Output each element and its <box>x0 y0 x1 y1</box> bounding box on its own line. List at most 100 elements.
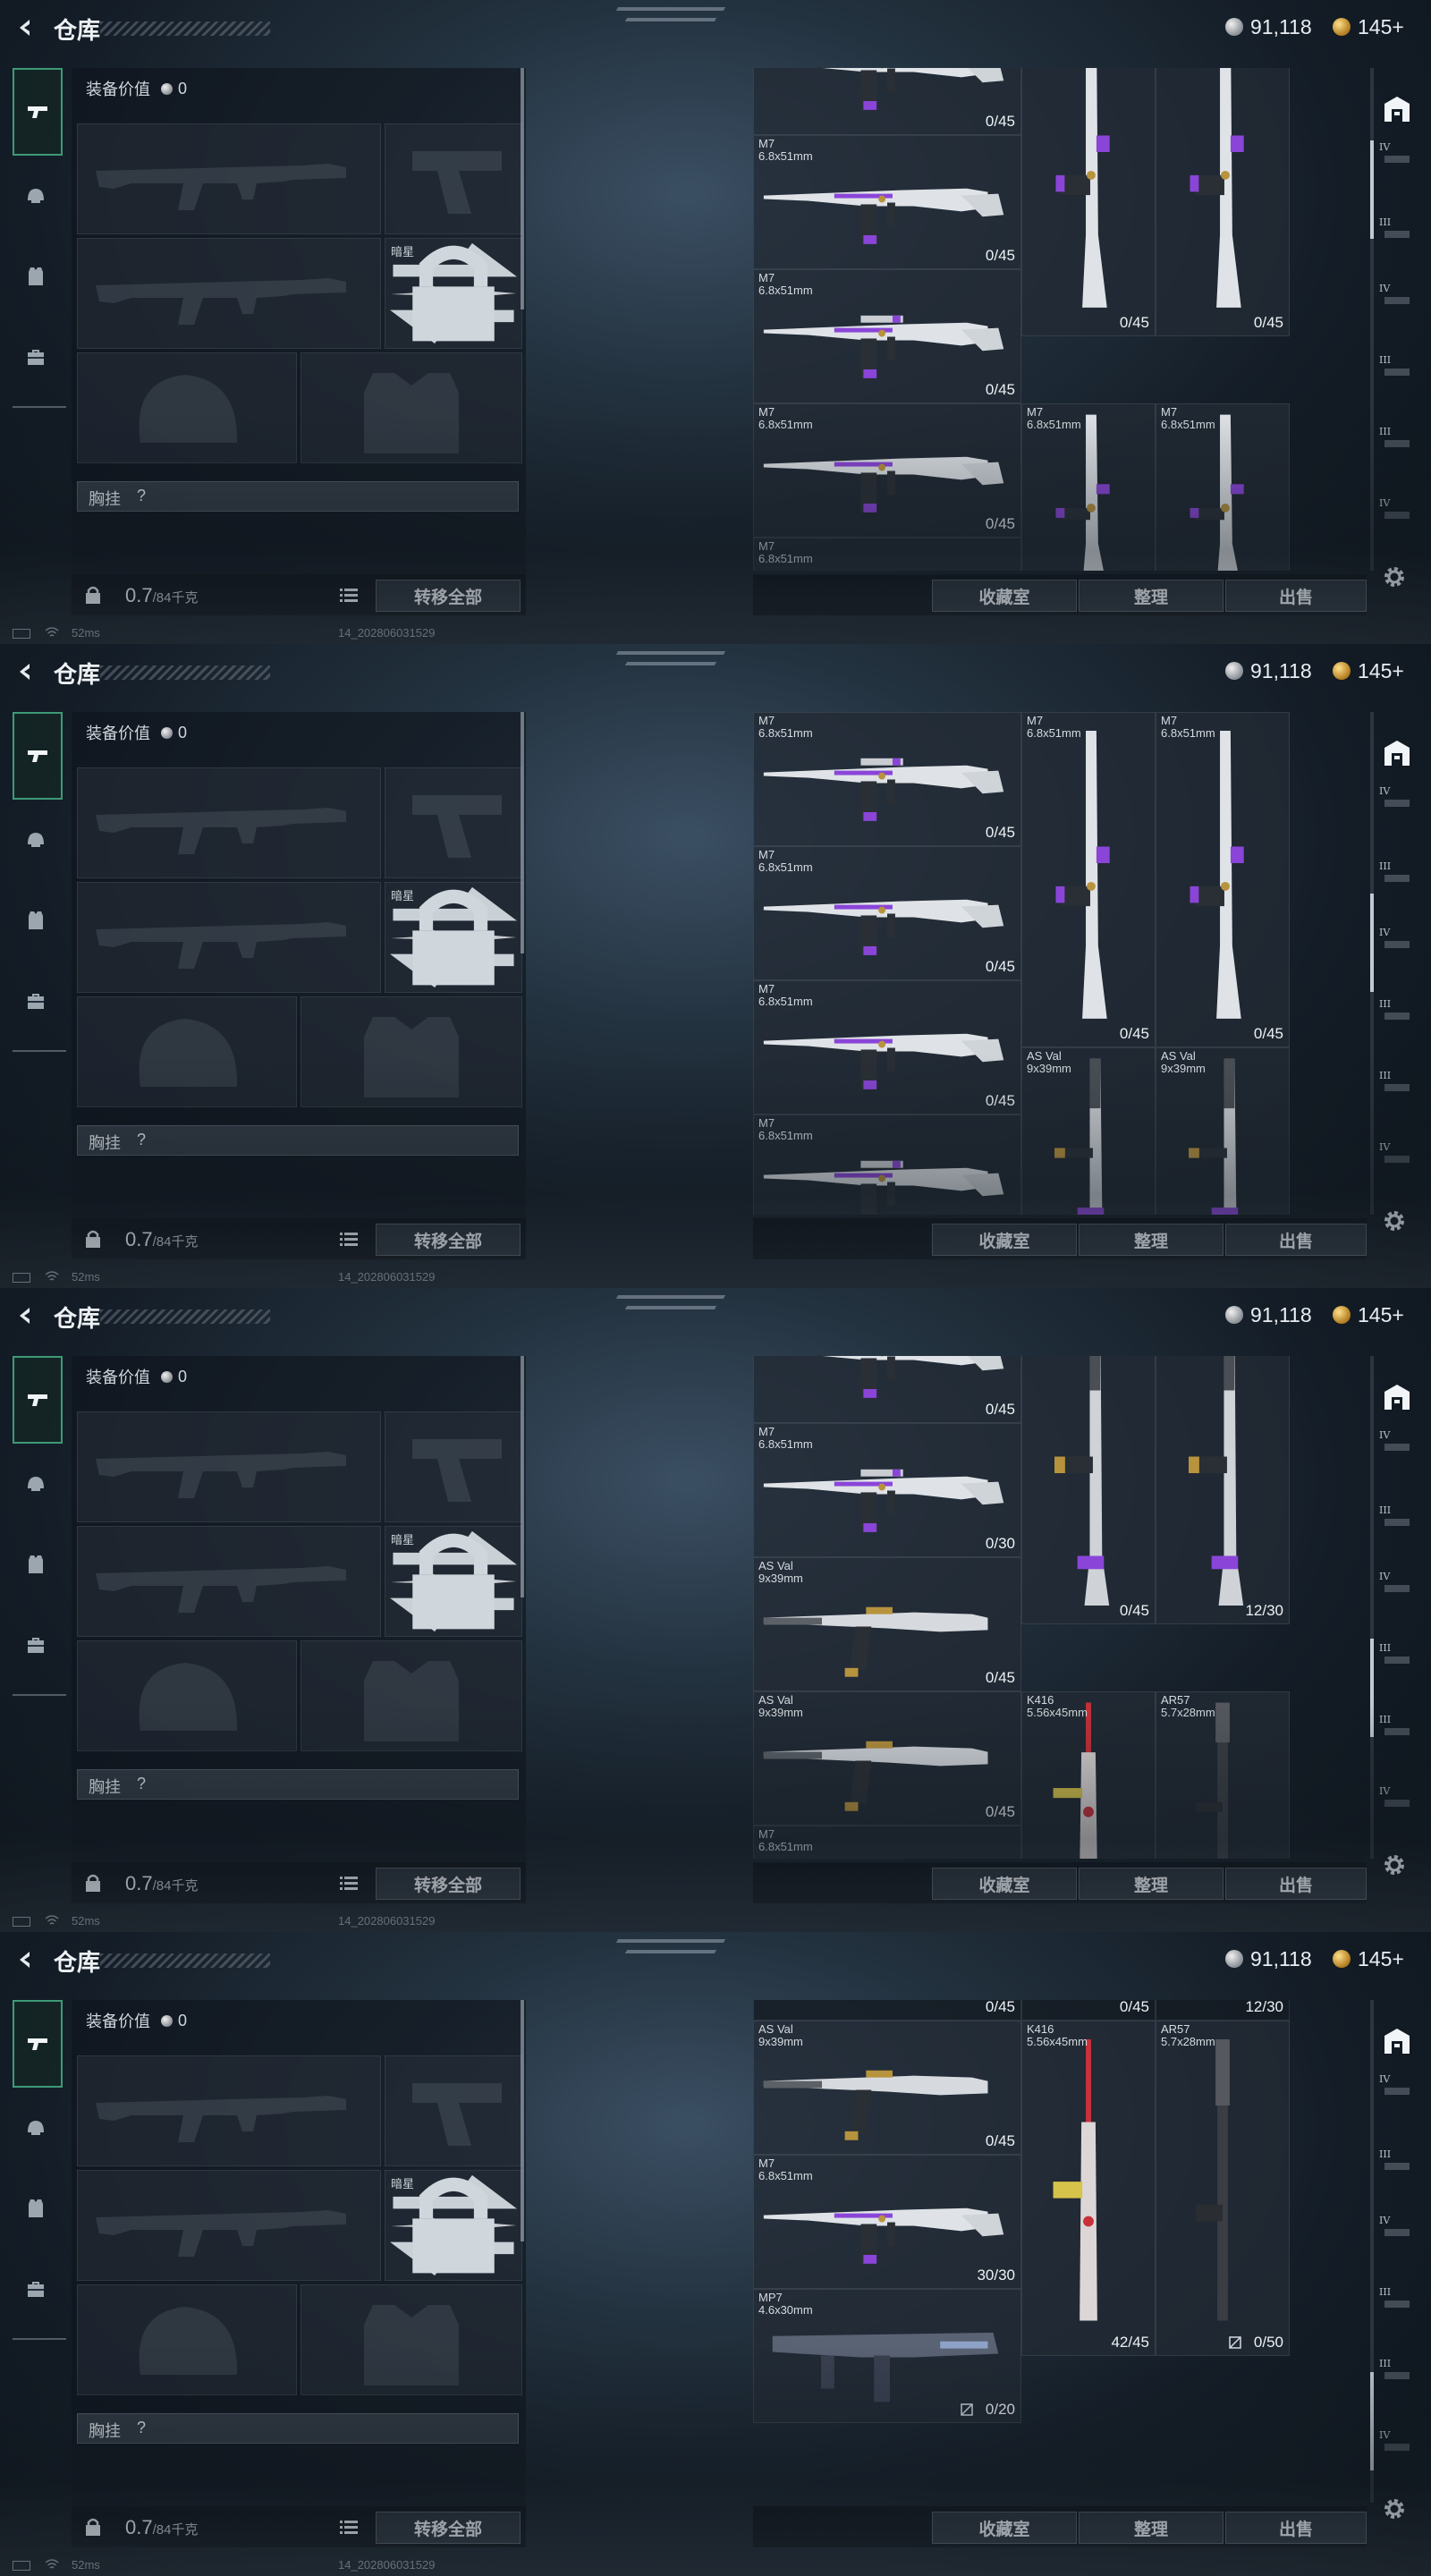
storage-weapon-cell[interactable]: 0/45 <box>1021 2000 1156 2021</box>
side-filter-item[interactable]: IV <box>1377 141 1417 168</box>
collection-room-button[interactable]: 收藏室 <box>932 2512 1077 2544</box>
melee-slot[interactable]: 暗星 <box>385 882 522 993</box>
back-arrow-icon[interactable] <box>16 1950 36 1970</box>
tab-backpack[interactable] <box>13 2249 59 2329</box>
tab-helmet[interactable] <box>13 1444 59 1524</box>
tab-weapons[interactable] <box>13 1356 63 1444</box>
list-icon[interactable] <box>340 1875 358 1891</box>
side-filter-item[interactable]: III <box>1377 1714 1417 1741</box>
storage-weapon-cell[interactable]: M7 6.8x51mm 0/30 <box>753 1423 1021 1557</box>
storage-weapon-cell[interactable]: K416 5.56x45mm 42/45 <box>1021 2020 1156 2356</box>
storage-weapon-cell[interactable]: AS Val9x39mm 0/45 <box>753 2020 1021 2155</box>
side-filter-item[interactable]: III <box>1377 1070 1417 1097</box>
side-filter-item[interactable]: III <box>1377 426 1417 453</box>
storage-weapon-cell[interactable]: 0/45 <box>753 2000 1021 2021</box>
collection-room-button[interactable]: 收藏室 <box>932 1224 1077 1256</box>
melee-slot[interactable]: 暗星 <box>385 1526 522 1637</box>
storage-weapon-cell[interactable]: MP7 4.6x30mm 0/20 <box>753 2288 1021 2423</box>
tab-backpack[interactable] <box>13 961 59 1041</box>
secondary-weapon-slot[interactable] <box>77 882 381 993</box>
collection-room-button[interactable]: 收藏室 <box>932 1868 1077 1900</box>
side-filter-item[interactable]: III <box>1377 216 1417 243</box>
chest-rig-help-icon[interactable]: ? <box>137 1775 146 1793</box>
chest-rig-help-icon[interactable]: ? <box>137 487 146 505</box>
storage-weapon-cell[interactable]: M76.8x51mm0/45 <box>1156 68 1290 336</box>
pistol-slot[interactable] <box>385 2055 522 2166</box>
tab-helmet[interactable] <box>13 2088 59 2168</box>
storage-weapon-cell[interactable]: M7 6.8x51mm 30/30 <box>753 2154 1021 2289</box>
chest-rig-bar[interactable]: 胸挂 ? <box>77 1769 519 1800</box>
gold-currency[interactable]: 145+ <box>1333 1302 1404 1327</box>
storage-weapon-cell[interactable]: M7 6.8x51mm <box>1021 403 1156 571</box>
side-filter-item[interactable]: III <box>1377 860 1417 887</box>
list-icon[interactable] <box>340 1231 358 1247</box>
side-filter-item[interactable]: III <box>1377 2148 1417 2175</box>
storage-weapon-cell[interactable]: M76.8x51mm0/45 <box>1021 712 1156 1047</box>
helmet-slot[interactable] <box>77 1640 297 1751</box>
transfer-all-button[interactable]: 转移全部 <box>376 1868 521 1900</box>
organize-button[interactable]: 整理 <box>1079 2512 1224 2544</box>
gear-icon[interactable] <box>1381 1208 1408 1234</box>
storage-weapon-cell[interactable]: K416 5.56x45mm <box>1021 1691 1156 1859</box>
gear-icon[interactable] <box>1381 1852 1408 1878</box>
chest-rig-bar[interactable]: 胸挂 ? <box>77 1125 519 1156</box>
organize-button[interactable]: 整理 <box>1079 580 1224 612</box>
gold-currency[interactable]: 145+ <box>1333 658 1404 683</box>
equipment-scrollbar[interactable] <box>521 68 524 309</box>
storage-weapon-cell[interactable]: M76.8x51mm0/45 <box>1156 712 1290 1047</box>
side-filter-item[interactable]: IV <box>1377 1571 1417 1597</box>
storage-weapon-cell[interactable]: M7 6.8x51mm <box>1156 403 1290 571</box>
warehouse-icon[interactable] <box>1379 1379 1415 1415</box>
tab-helmet[interactable] <box>13 800 59 880</box>
chest-rig-help-icon[interactable]: ? <box>137 2419 146 2437</box>
storage-weapon-cell[interactable]: AS Val 9x39mm <box>1156 1047 1290 1215</box>
sell-button[interactable]: 出售 <box>1225 2512 1367 2544</box>
armor-slot[interactable] <box>301 996 522 1107</box>
storage-weapon-cell[interactable]: AR57 5.7x28mm <box>1156 1691 1290 1859</box>
organize-button[interactable]: 整理 <box>1079 1868 1224 1900</box>
helmet-slot[interactable] <box>77 2284 297 2395</box>
tab-backpack[interactable] <box>13 1605 59 1685</box>
storage-weapon-cell[interactable]: M76.8x51mm0/45 <box>753 403 1021 538</box>
tab-armor[interactable] <box>13 1524 59 1605</box>
storage-weapon-cell[interactable]: M76.8x51mm0/45 <box>753 846 1021 980</box>
storage-weapon-cell[interactable]: M76.8x51mm0/45 <box>753 269 1021 403</box>
pistol-slot[interactable] <box>385 123 522 234</box>
primary-weapon-slot[interactable] <box>77 1411 381 1522</box>
storage-weapon-cell[interactable]: 0/45 <box>753 1356 1021 1423</box>
side-filter-item[interactable]: IV <box>1377 2429 1417 2456</box>
back-arrow-icon[interactable] <box>16 1306 36 1326</box>
storage-weapon-cell[interactable]: M76.8x51mm0/45 <box>753 712 1021 846</box>
side-filter-item[interactable]: III <box>1377 1642 1417 1669</box>
storage-weapon-cell[interactable]: M7 6.8x51mm <box>753 1114 1021 1215</box>
storage-weapon-cell[interactable]: M76.8x51mm0/45 <box>753 980 1021 1114</box>
storage-weapon-cell[interactable]: 12/30 <box>1156 2000 1290 2021</box>
helmet-slot[interactable] <box>77 996 297 1107</box>
storage-weapon-cell[interactable]: AS Val9x39mm12/30 <box>1156 1356 1290 1624</box>
tab-helmet[interactable] <box>13 156 59 236</box>
tab-weapons[interactable] <box>13 68 63 156</box>
storage-weapon-cell[interactable]: M76.8x51mm0/45 <box>1021 68 1156 336</box>
primary-weapon-slot[interactable] <box>77 2055 381 2166</box>
primary-weapon-slot[interactable] <box>77 767 381 878</box>
melee-slot[interactable]: 暗星 <box>385 238 522 349</box>
warehouse-icon[interactable] <box>1379 2023 1415 2059</box>
side-filter-item[interactable]: III <box>1377 1504 1417 1531</box>
equipment-scrollbar[interactable] <box>521 2000 524 2241</box>
warehouse-icon[interactable] <box>1379 735 1415 771</box>
side-filter-item[interactable]: IV <box>1377 1429 1417 1456</box>
back-arrow-icon[interactable] <box>16 662 36 682</box>
pistol-slot[interactable] <box>385 767 522 878</box>
tab-armor[interactable] <box>13 236 59 317</box>
chest-rig-bar[interactable]: 胸挂 ? <box>77 2413 519 2444</box>
melee-slot[interactable]: 暗星 <box>385 2170 522 2281</box>
side-filter-item[interactable]: IV <box>1377 785 1417 812</box>
primary-weapon-slot[interactable] <box>77 123 381 234</box>
sell-button[interactable]: 出售 <box>1225 1868 1367 1900</box>
secondary-weapon-slot[interactable] <box>77 2170 381 2281</box>
side-filter-item[interactable]: III <box>1377 354 1417 381</box>
storage-weapon-cell[interactable]: M76.8x51mm0/45 <box>753 135 1021 269</box>
chest-rig-help-icon[interactable]: ? <box>137 1131 146 1149</box>
side-filter-item[interactable]: IV <box>1377 2215 1417 2241</box>
side-filter-item[interactable]: III <box>1377 998 1417 1025</box>
